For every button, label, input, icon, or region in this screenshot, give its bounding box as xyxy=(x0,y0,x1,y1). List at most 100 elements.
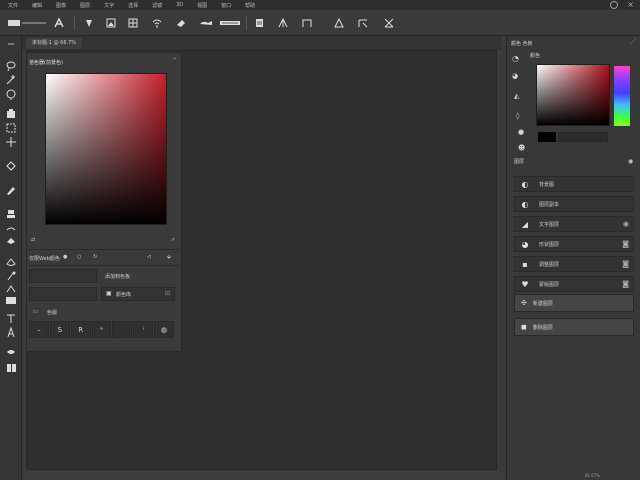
r-channel-icon[interactable]: R xyxy=(70,321,91,338)
fill-icon[interactable] xyxy=(82,16,96,30)
pressure-size-icon[interactable] xyxy=(300,16,314,30)
shape-tool-icon[interactable] xyxy=(4,346,18,358)
pen-tool-icon[interactable] xyxy=(4,294,18,306)
layer-row[interactable]: ◐ 背景图 xyxy=(514,176,634,192)
pen-pressure-icon[interactable] xyxy=(218,16,242,30)
pin-icon[interactable]: ᵃ xyxy=(91,321,112,338)
menu-item-image[interactable]: 图像 xyxy=(56,2,66,9)
layer-thumbnail-icon: ◐ xyxy=(521,199,529,209)
menu-item-edit[interactable]: 编辑 xyxy=(32,2,42,9)
path-select-icon[interactable] xyxy=(4,326,18,338)
undo-icon[interactable]: ↻ xyxy=(93,254,97,260)
background-swatch[interactable] xyxy=(558,132,608,142)
menu-item-3d[interactable]: 3D xyxy=(176,2,183,8)
brush-icon[interactable] xyxy=(52,16,66,30)
visibility-icon[interactable]: ◙ xyxy=(622,240,629,248)
palette-icon[interactable]: ◔ xyxy=(512,54,519,63)
smudge-icon[interactable] xyxy=(198,16,214,30)
color-field[interactable] xyxy=(45,73,167,225)
layer-row[interactable]: ◐ 图层副本 xyxy=(514,196,634,212)
value-input[interactable] xyxy=(29,287,97,301)
hex-input[interactable] xyxy=(29,269,97,283)
type-tool-icon[interactable] xyxy=(4,312,18,324)
people-icon[interactable]: ☻ xyxy=(518,144,525,152)
symmetry-icon[interactable] xyxy=(356,16,370,30)
color-picker-dialog: 拾色器(前景色) ⌃ ⇄ ↗ 仅限Web颜色 ● ○ ↻ ◁ ⬙ 添加到色板 ▣… xyxy=(26,52,182,352)
document-tabs: 未标题-1 @ 66.7% xyxy=(22,36,502,50)
panel-menu-icon[interactable]: ⋰ xyxy=(630,38,636,45)
gradient-icon[interactable] xyxy=(4,256,18,268)
minus-icon[interactable]: – xyxy=(29,321,49,338)
collapse-icon[interactable] xyxy=(4,38,18,50)
radio-icon[interactable]: ○ xyxy=(77,254,81,260)
style-icon[interactable]: ◊ xyxy=(516,112,519,120)
lasso-icon[interactable] xyxy=(4,60,18,72)
airbrush-icon[interactable] xyxy=(332,16,346,30)
menu-item-type[interactable]: 文字 xyxy=(104,2,114,9)
layer-name: 文字图层 xyxy=(539,221,560,228)
cross-icon[interactable] xyxy=(382,16,396,30)
menu-item-window[interactable]: 窗口 xyxy=(221,2,231,9)
brush-panel-icon[interactable]: ◕ xyxy=(512,72,518,80)
document-icon[interactable] xyxy=(252,16,266,30)
add-swatch-label[interactable]: 添加到色板 xyxy=(105,273,130,280)
hue-slider[interactable] xyxy=(614,66,630,126)
layer-name: 蒙版图层 xyxy=(539,281,560,288)
lock-icon[interactable]: ▭ xyxy=(33,309,38,315)
layer-row[interactable]: ◕ 形状图层 ◙ xyxy=(514,236,634,252)
eraser-icon[interactable] xyxy=(174,16,188,30)
dodge-icon[interactable] xyxy=(4,282,18,294)
history-icon[interactable]: ◍ xyxy=(154,321,175,338)
layer-row[interactable]: ◢ 文字图层 ◉ xyxy=(514,216,634,232)
blank-channel[interactable] xyxy=(112,321,133,338)
image-icon[interactable] xyxy=(104,16,118,30)
foreground-swatch[interactable] xyxy=(538,132,556,142)
droplet-icon[interactable]: ● xyxy=(518,128,524,136)
tool-preset-picker[interactable] xyxy=(6,16,48,30)
warning-icon[interactable]: ◁ xyxy=(147,254,151,260)
grid-icon[interactable] xyxy=(126,16,140,30)
selection-icon[interactable] xyxy=(4,122,18,134)
arrow-right-icon[interactable]: ↗ xyxy=(171,237,175,243)
menu-item-file[interactable]: 文件 xyxy=(8,2,18,9)
menu-item-select[interactable]: 选择 xyxy=(128,2,138,9)
radio-icon[interactable]: ● xyxy=(63,254,67,260)
heal-icon[interactable] xyxy=(4,160,18,172)
close-icon[interactable]: × xyxy=(627,0,634,9)
layer-row[interactable]: ♥ 蒙版图层 ◙ xyxy=(514,276,634,292)
eraser-tool-icon[interactable] xyxy=(4,234,18,246)
color-libraries-button[interactable]: ▣ 颜色库 ⊡ xyxy=(101,287,175,301)
menu-item-layer[interactable]: 图层 xyxy=(80,2,90,9)
history-brush-icon[interactable] xyxy=(4,222,18,234)
adjust-icon[interactable]: ◭ xyxy=(514,92,519,100)
search-icon[interactable] xyxy=(610,1,618,9)
menu-item-view[interactable]: 视图 xyxy=(197,2,207,9)
eyedropper-icon[interactable] xyxy=(4,108,18,120)
wand-icon[interactable] xyxy=(4,74,18,86)
info-icon[interactable]: ⁱ xyxy=(133,321,154,338)
cube-icon[interactable]: ⬙ xyxy=(167,254,171,260)
crop-icon[interactable] xyxy=(4,88,18,100)
menu-item-filter[interactable]: 滤镜 xyxy=(152,2,162,9)
dialog-menu-icon[interactable]: ⌃ xyxy=(172,57,177,64)
brush-tool-icon[interactable] xyxy=(4,184,18,196)
wifi-icon[interactable] xyxy=(150,16,164,30)
visibility-icon[interactable]: ◙ xyxy=(622,260,629,268)
stamp-icon[interactable] xyxy=(4,208,18,220)
layer-row[interactable]: ▪ 调整图层 ◙ xyxy=(514,256,634,272)
s-channel-icon[interactable]: S xyxy=(49,321,70,338)
tab-document[interactable]: 未标题-1 @ 66.7% xyxy=(26,38,83,49)
visibility-icon[interactable]: ◙ xyxy=(622,280,629,288)
angle-icon[interactable] xyxy=(276,16,290,30)
new-layer-button[interactable]: ✣ 新建图层 xyxy=(514,294,634,312)
arrows-icon[interactable]: ⇄ xyxy=(31,237,35,243)
move-icon[interactable] xyxy=(4,136,18,148)
hand-tool-icon[interactable] xyxy=(4,362,18,374)
blur-icon[interactable] xyxy=(4,270,18,282)
menu-item-help[interactable]: 帮助 xyxy=(245,2,255,9)
color-spectrum[interactable] xyxy=(536,64,610,126)
new-layer-icon: ✣ xyxy=(521,299,527,307)
delete-layer-button[interactable]: ◼ 删除图层 xyxy=(514,318,634,336)
visibility-icon[interactable]: ◉ xyxy=(623,220,629,228)
layers-menu-icon[interactable]: ◉ xyxy=(628,158,633,165)
